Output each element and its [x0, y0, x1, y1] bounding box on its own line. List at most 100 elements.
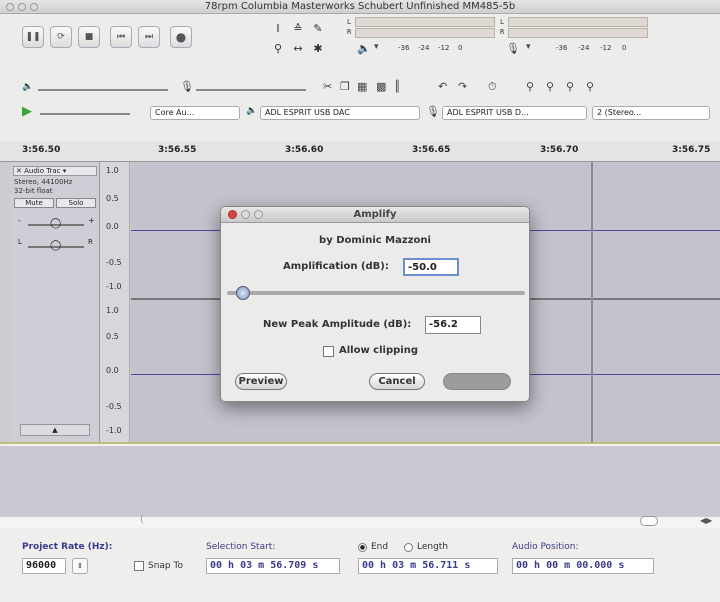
- paste-icon[interactable]: ▦: [357, 80, 367, 93]
- gain-thumb[interactable]: ◯: [50, 218, 61, 229]
- project-rate-stepper[interactable]: ⇕: [72, 558, 88, 574]
- input-meter-right[interactable]: [508, 28, 648, 38]
- meter-left-label: L: [500, 18, 505, 26]
- length-label: Length: [417, 542, 449, 552]
- allow-clipping-checkbox[interactable]: [323, 346, 334, 357]
- speaker-icon[interactable]: 🔈: [357, 42, 371, 55]
- input-volume-slider[interactable]: [196, 89, 306, 91]
- close-icon[interactable]: ✕: [16, 167, 22, 175]
- length-radio[interactable]: [404, 543, 413, 552]
- collapse-track-button[interactable]: ▲: [20, 424, 90, 436]
- horizontal-scrollbar[interactable]: ( ◀▶: [0, 514, 720, 528]
- fit-project-icon[interactable]: ⚲: [586, 80, 594, 93]
- cut-icon[interactable]: ✂: [323, 80, 332, 93]
- track-name-menu[interactable]: ✕ Audio Trac ▾: [13, 166, 97, 176]
- timeline-tick: 3:56.55: [158, 145, 197, 155]
- microphone-icon: 🎙: [180, 80, 194, 93]
- ibeam-icon: I: [276, 21, 280, 35]
- input-device-select[interactable]: ADL ESPRIT USB D...: [442, 106, 587, 120]
- zoom-in-icon[interactable]: ⚲: [526, 80, 534, 93]
- snap-to-checkbox[interactable]: [134, 561, 144, 571]
- timeshift-tool[interactable]: ↔: [290, 40, 306, 56]
- fit-selection-icon[interactable]: ⚲: [566, 80, 574, 93]
- selection-start-label: Selection Start:: [206, 542, 276, 552]
- undo-icon[interactable]: ↶: [438, 80, 447, 93]
- playback-speed-slider[interactable]: [40, 113, 130, 115]
- window-title: 78rpm Columbia Masterworks Schubert Unfi…: [204, 1, 516, 12]
- ruler-label: 1.0: [106, 306, 119, 315]
- amplify-dialog: Amplify by Dominic Mazzoni Amplification…: [220, 206, 530, 402]
- end-radio[interactable]: ●: [358, 543, 367, 552]
- scroll-left-cap: (: [140, 514, 144, 525]
- mute-button[interactable]: Mute: [14, 198, 54, 208]
- ruler-label: 0.0: [106, 222, 119, 231]
- audio-position-time[interactable]: 00 h 00 m 00.000 s: [512, 558, 654, 574]
- scroll-thumb[interactable]: [640, 516, 658, 526]
- ruler-label: 0.5: [106, 194, 119, 203]
- zoom-out-icon[interactable]: ⚲: [546, 80, 554, 93]
- output-meter-left[interactable]: [355, 17, 495, 27]
- selection-end-time[interactable]: 00 h 03 m 56.711 s: [358, 558, 498, 574]
- pause-icon: ❚❚: [25, 32, 41, 42]
- input-scale-label: -12: [600, 44, 612, 52]
- record-button[interactable]: ●: [170, 26, 192, 48]
- envelope-icon: ≙: [293, 21, 303, 35]
- dialog-author: by Dominic Mazzoni: [319, 235, 431, 246]
- timeline-ruler[interactable]: 3:56.50 3:56.55 3:56.60 3:56.65 3:56.70 …: [0, 142, 720, 162]
- scroll-arrows-icon[interactable]: ◀▶: [700, 516, 712, 525]
- microphone-icon[interactable]: 🎙: [506, 42, 520, 55]
- preview-button[interactable]: Preview: [235, 373, 287, 390]
- output-meter-right[interactable]: [355, 28, 495, 38]
- zoom-tool[interactable]: ⚲: [270, 40, 286, 56]
- cancel-button[interactable]: Cancel: [369, 373, 425, 390]
- pan-thumb[interactable]: ◯: [50, 240, 61, 251]
- selection-start-time[interactable]: 00 h 03 m 56.709 s: [206, 558, 340, 574]
- new-peak-input[interactable]: -56.2: [425, 316, 481, 334]
- empty-track-area[interactable]: [0, 446, 720, 516]
- play-button[interactable]: ⟳: [50, 26, 72, 48]
- window-titlebar: 78rpm Columbia Masterworks Schubert Unfi…: [0, 0, 720, 14]
- stop-button[interactable]: ■: [78, 26, 100, 48]
- meter-left-label: L: [347, 18, 352, 26]
- meter-right-label: R: [347, 28, 352, 36]
- draw-tool[interactable]: ✎: [310, 20, 326, 36]
- audio-host-select[interactable]: Core Au...: [150, 106, 240, 120]
- output-device-select[interactable]: ADL ESPRIT USB DAC: [260, 106, 420, 120]
- chevron-down-icon[interactable]: ▾: [374, 42, 379, 52]
- selection-toolbar: Project Rate (Hz): 96000 ⇕ Snap To Selec…: [0, 528, 720, 602]
- pan-left-label: L: [18, 238, 22, 246]
- chevron-down-icon[interactable]: ▾: [526, 42, 531, 52]
- silence-icon[interactable]: ║: [394, 80, 401, 93]
- input-channels-select[interactable]: 2 (Stereo...: [592, 106, 710, 120]
- play-at-speed-icon[interactable]: ▶: [22, 104, 32, 119]
- input-meter-left[interactable]: [508, 17, 648, 27]
- skip-start-icon: ⏮: [116, 32, 126, 42]
- dialog-title: Amplify: [353, 209, 397, 220]
- ruler-label: 0.5: [106, 332, 119, 341]
- amplification-slider-thumb[interactable]: [235, 286, 250, 300]
- amplification-slider[interactable]: [227, 291, 525, 295]
- multi-tool[interactable]: ✱: [310, 40, 326, 56]
- ruler-label: 0.0: [106, 366, 119, 375]
- trim-icon[interactable]: ▩: [376, 80, 386, 93]
- output-volume-slider[interactable]: [38, 89, 168, 91]
- pause-button[interactable]: ❚❚: [22, 26, 44, 48]
- timeline-tick: 3:56.50: [22, 145, 61, 155]
- selection-tool[interactable]: I: [270, 20, 286, 36]
- ok-button[interactable]: OK: [443, 373, 511, 390]
- gain-minus-label: -: [18, 216, 21, 225]
- skip-to-start-button[interactable]: ⏮: [110, 26, 132, 48]
- copy-icon[interactable]: ❐: [340, 80, 350, 93]
- sync-lock-icon[interactable]: ⏱: [488, 80, 497, 94]
- skip-to-end-button[interactable]: ⏭: [138, 26, 160, 48]
- project-rate-select[interactable]: 96000: [22, 558, 66, 574]
- track-format: 32-bit float: [14, 187, 53, 195]
- amplification-input[interactable]: -50.0: [403, 258, 459, 276]
- redo-icon[interactable]: ↷: [458, 80, 467, 93]
- amplification-label: Amplification (dB):: [283, 261, 389, 272]
- envelope-tool[interactable]: ≙: [290, 20, 306, 36]
- timeline-tick: 3:56.70: [540, 145, 579, 155]
- input-scale-label: 0: [622, 44, 627, 52]
- output-scale-label: -12: [438, 44, 450, 52]
- solo-button[interactable]: Solo: [56, 198, 96, 208]
